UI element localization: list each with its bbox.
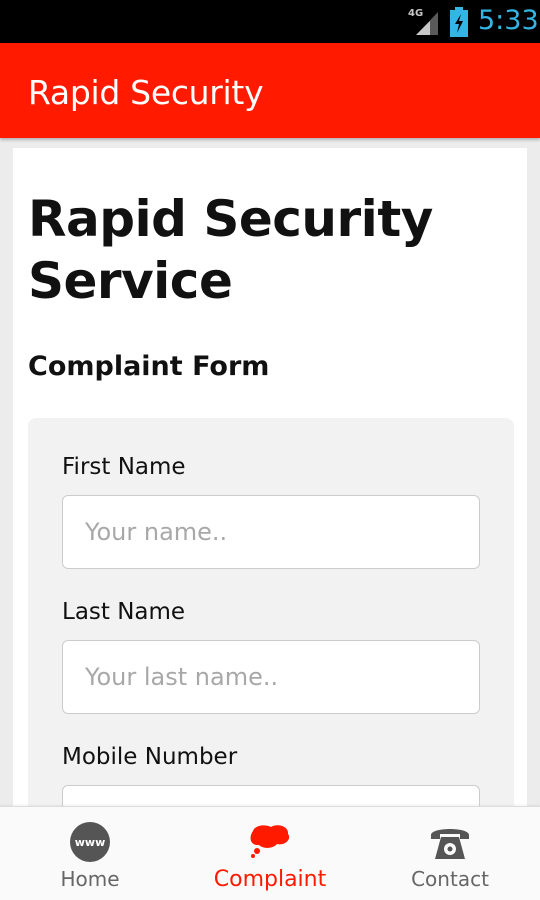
nav-complaint[interactable]: Complaint bbox=[180, 807, 360, 900]
status-bar: 4G 5:33 bbox=[0, 0, 540, 43]
app-bar: Rapid Security bbox=[0, 43, 540, 138]
app-screen: 4G 5:33 Rapid Security Rapid Security Se… bbox=[0, 0, 540, 900]
nav-home[interactable]: www Home bbox=[0, 807, 180, 900]
app-title: Rapid Security bbox=[28, 73, 264, 112]
svg-text:www: www bbox=[75, 836, 106, 849]
first-name-input[interactable] bbox=[62, 495, 480, 569]
status-clock: 5:33 bbox=[478, 5, 539, 36]
www-globe-icon: www bbox=[67, 821, 113, 863]
complaint-form: First Name Last Name Mobile Number bbox=[28, 418, 514, 859]
mobile-number-label: Mobile Number bbox=[62, 744, 238, 770]
nav-contact[interactable]: Contact bbox=[360, 807, 540, 900]
form-heading: Complaint Form bbox=[28, 351, 270, 382]
battery-charging-icon bbox=[450, 7, 468, 37]
content-card[interactable]: Rapid Security Service Complaint Form Fi… bbox=[13, 148, 527, 859]
signal-icon: 4G bbox=[408, 8, 440, 36]
complaint-speech-icon bbox=[247, 821, 293, 863]
first-name-label: First Name bbox=[62, 454, 186, 480]
last-name-label: Last Name bbox=[62, 599, 186, 625]
nav-home-label: Home bbox=[60, 867, 120, 891]
telephone-icon bbox=[427, 821, 473, 863]
page-title: Rapid Security Service bbox=[28, 190, 433, 310]
last-name-input[interactable] bbox=[62, 640, 480, 714]
bottom-nav: www Home Complaint Contact bbox=[0, 806, 540, 900]
nav-complaint-label: Complaint bbox=[213, 867, 327, 892]
nav-contact-label: Contact bbox=[411, 867, 489, 891]
